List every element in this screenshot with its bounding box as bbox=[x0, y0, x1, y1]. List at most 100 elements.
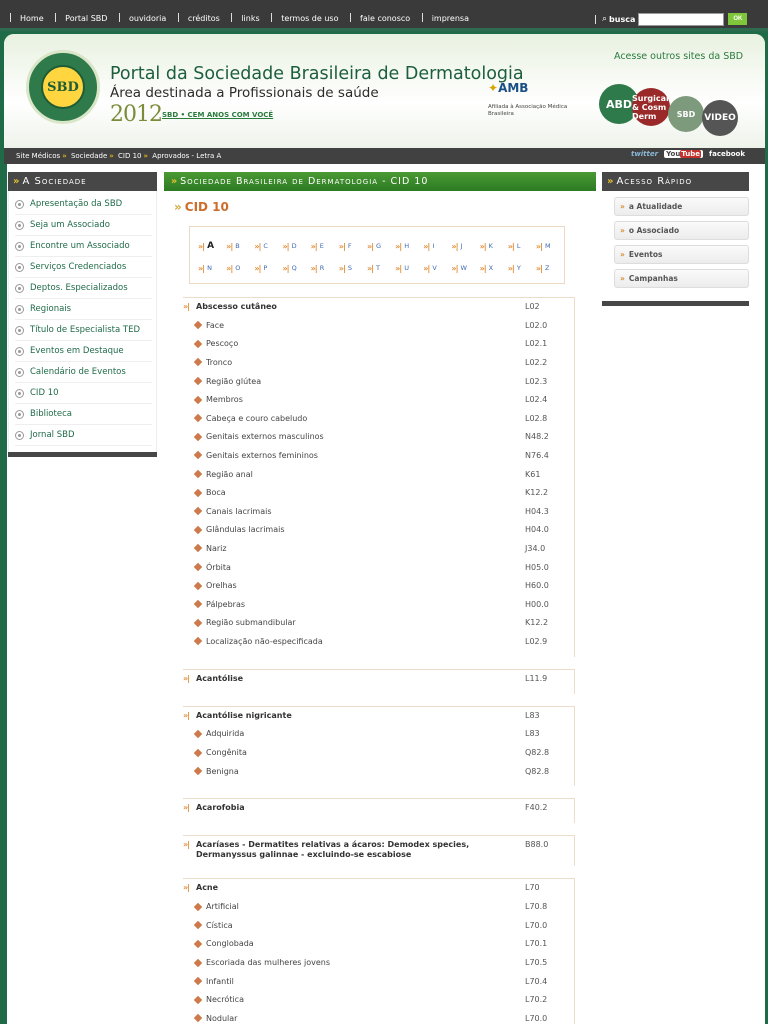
cid-sub-item[interactable]: Pescoço L02.1 bbox=[183, 335, 574, 354]
badge-video[interactable]: VIDEO bbox=[702, 100, 738, 136]
sidebar-item-apresentacao[interactable]: Apresentação da SBD bbox=[15, 194, 152, 215]
letter-link-b[interactable]: »| B bbox=[226, 242, 254, 251]
letter-link-p[interactable]: »| P bbox=[254, 264, 282, 273]
nav-link-links[interactable]: links bbox=[241, 14, 259, 23]
sidebar-item-deptos[interactable]: Deptos. Especializados bbox=[15, 278, 152, 299]
cid-sub-item[interactable]: Genitais externos masculinos N48.2 bbox=[183, 428, 574, 447]
quick-link-associado[interactable]: » o Associado bbox=[614, 221, 749, 240]
cid-sub-item[interactable]: Congênita Q82.8 bbox=[183, 743, 574, 762]
quick-link-eventos[interactable]: » Eventos bbox=[614, 245, 749, 264]
letter-link-c[interactable]: »| C bbox=[254, 242, 282, 251]
letter-link-k[interactable]: »| K bbox=[480, 242, 508, 251]
cid-sub-item[interactable]: Infantil L70.4 bbox=[183, 972, 574, 991]
cid-sub-item[interactable]: Pálpebras H00.0 bbox=[183, 595, 574, 614]
letter-link-z[interactable]: »| Z bbox=[536, 264, 564, 273]
nav-link-home[interactable]: Home bbox=[20, 14, 44, 23]
badge-sbd[interactable]: SBD bbox=[668, 96, 704, 132]
cid-sub-item[interactable]: Genitais externos femininos N76.4 bbox=[183, 446, 574, 465]
cid-entry-header[interactable]: »| Acne L70 bbox=[183, 883, 574, 897]
letter-link-x[interactable]: »| X bbox=[480, 264, 508, 273]
letter-link-e[interactable]: »| E bbox=[311, 242, 339, 251]
cid-sub-item[interactable]: Cística L70.0 bbox=[183, 916, 574, 935]
sidebar-item-encontre-associado[interactable]: Encontre um Associado bbox=[15, 236, 152, 257]
quick-link-atualidade[interactable]: » a Atualidade bbox=[614, 197, 749, 216]
twitter-icon[interactable]: twitter bbox=[631, 150, 658, 158]
cid-sub-item[interactable]: Escoriada das mulheres jovens L70.5 bbox=[183, 953, 574, 972]
letter-link-v[interactable]: »| V bbox=[423, 264, 451, 273]
letter-link-u[interactable]: »| U bbox=[395, 264, 423, 273]
cid-sub-item[interactable]: Orelhas H60.0 bbox=[183, 576, 574, 595]
cid-sub-item[interactable]: Cabeça e couro cabeludo L02.8 bbox=[183, 409, 574, 428]
letter-link-n[interactable]: »| N bbox=[198, 264, 226, 273]
cid-entry-header[interactable]: »| Acantólise L11.9 bbox=[183, 674, 574, 688]
nav-link-imprensa[interactable]: imprensa bbox=[432, 14, 469, 23]
facebook-icon[interactable]: facebook bbox=[709, 150, 745, 158]
nav-link-creditos[interactable]: créditos bbox=[188, 14, 220, 23]
sidebar-item-eventos-destaque[interactable]: Eventos em Destaque bbox=[15, 341, 152, 362]
nav-link-portal-sbd[interactable]: Portal SBD bbox=[65, 14, 107, 23]
cid-sub-item[interactable]: Localização não-especificada L02.9 bbox=[183, 632, 574, 651]
cid-entry-header[interactable]: »| Acaríases - Dermatites relativas a áca… bbox=[183, 840, 574, 860]
cid-sub-item[interactable]: Membros L02.4 bbox=[183, 390, 574, 409]
letter-link-r[interactable]: »| R bbox=[311, 264, 339, 273]
cid-sub-item[interactable]: Glândulas lacrimais H04.0 bbox=[183, 521, 574, 540]
sidebar-item-calendario[interactable]: Calendário de Eventos bbox=[15, 362, 152, 383]
search-button[interactable]: OK bbox=[728, 13, 748, 25]
cid-sub-item[interactable]: Tronco L02.2 bbox=[183, 353, 574, 372]
cid-entry-header[interactable]: »| Acantólise nigricante L83 bbox=[183, 711, 574, 725]
breadcrumb-item[interactable]: Sociedade bbox=[71, 152, 107, 160]
cid-sub-item[interactable]: Artificial L70.8 bbox=[183, 897, 574, 916]
cid-sub-item[interactable]: Necrótica L70.2 bbox=[183, 990, 574, 1009]
cid-sub-item[interactable]: Adquirida L83 bbox=[183, 725, 574, 744]
top-nav: Home Portal SBD ouvidoria créditos links… bbox=[10, 13, 469, 23]
letter-link-q[interactable]: »| Q bbox=[282, 264, 310, 273]
centenary-tagline[interactable]: SBD • CEM ANOS COM VOCÊ bbox=[162, 111, 273, 119]
cid-sub-item[interactable]: Órbita H05.0 bbox=[183, 558, 574, 577]
cid-sub-item[interactable]: Região anal K61 bbox=[183, 465, 574, 484]
sidebar-item-biblioteca[interactable]: Biblioteca bbox=[15, 404, 152, 425]
amb-logo[interactable]: ✦AMB bbox=[488, 81, 528, 95]
sidebar-item-titulo-ted[interactable]: Título de Especialista TED bbox=[15, 320, 152, 341]
letter-link-a[interactable]: »| A bbox=[198, 241, 226, 251]
letter-link-y[interactable]: »| Y bbox=[508, 264, 536, 273]
sidebar-item-jornal[interactable]: Jornal SBD bbox=[15, 425, 152, 446]
arrow-icon: »| bbox=[366, 263, 374, 273]
letter-link-j[interactable]: »| J bbox=[451, 242, 479, 251]
sidebar-item-cid10[interactable]: CID 10 bbox=[15, 383, 152, 404]
cid-sub-item[interactable]: Face L02.0 bbox=[183, 316, 574, 335]
youtube-icon[interactable]: YouTube bbox=[664, 150, 704, 158]
cid-sub-item[interactable]: Canais lacrimais H04.3 bbox=[183, 502, 574, 521]
sbd-logo[interactable]: SBD bbox=[26, 50, 100, 124]
breadcrumb-item[interactable]: Site Médicos bbox=[16, 152, 60, 160]
cid-sub-item[interactable]: Benigna Q82.8 bbox=[183, 762, 574, 781]
cid-sub-item[interactable]: Nariz J34.0 bbox=[183, 539, 574, 558]
letter-link-i[interactable]: »| I bbox=[423, 242, 451, 251]
letter-link-l[interactable]: »| L bbox=[508, 242, 536, 251]
cid-entry-header[interactable]: »| Acarofobia F40.2 bbox=[183, 803, 574, 817]
cid-sub-item[interactable]: Conglobada L70.1 bbox=[183, 935, 574, 954]
letter-link-t[interactable]: »| T bbox=[367, 264, 395, 273]
letter-link-s[interactable]: »| S bbox=[339, 264, 367, 273]
letter-link-g[interactable]: »| G bbox=[367, 242, 395, 251]
cid-sub-item[interactable]: Região glútea L02.3 bbox=[183, 372, 574, 391]
letter-link-w[interactable]: »| W bbox=[451, 264, 479, 273]
search-input[interactable] bbox=[638, 12, 725, 26]
badge-surgical[interactable]: Surgical & Cosm Derm bbox=[632, 88, 670, 126]
letter-link-f[interactable]: »| F bbox=[339, 242, 367, 251]
letter-link-d[interactable]: »| D bbox=[282, 242, 310, 251]
sidebar-item-regionais[interactable]: Regionais bbox=[15, 299, 152, 320]
cid-entry-header[interactable]: »| Abscesso cutâneo L02 bbox=[183, 302, 574, 316]
letter-link-h[interactable]: »| H bbox=[395, 242, 423, 251]
breadcrumb-item[interactable]: CID 10 bbox=[118, 152, 141, 160]
sidebar-item-servicos[interactable]: Serviços Credenciados bbox=[15, 257, 152, 278]
nav-link-ouvidoria[interactable]: ouvidoria bbox=[129, 14, 166, 23]
nav-link-fale-conosco[interactable]: fale conosco bbox=[360, 14, 410, 23]
letter-link-o[interactable]: »| O bbox=[226, 264, 254, 273]
letter-link-m[interactable]: »| M bbox=[536, 242, 564, 251]
sidebar-item-seja-associado[interactable]: Seja um Associado bbox=[15, 215, 152, 236]
cid-sub-item[interactable]: Boca K12.2 bbox=[183, 483, 574, 502]
cid-sub-item[interactable]: Nodular L70.0 bbox=[183, 1009, 574, 1024]
quick-link-campanhas[interactable]: » Campanhas bbox=[614, 269, 749, 288]
cid-sub-item[interactable]: Região submandibular K12.2 bbox=[183, 614, 574, 633]
nav-link-termos[interactable]: termos de uso bbox=[281, 14, 338, 23]
